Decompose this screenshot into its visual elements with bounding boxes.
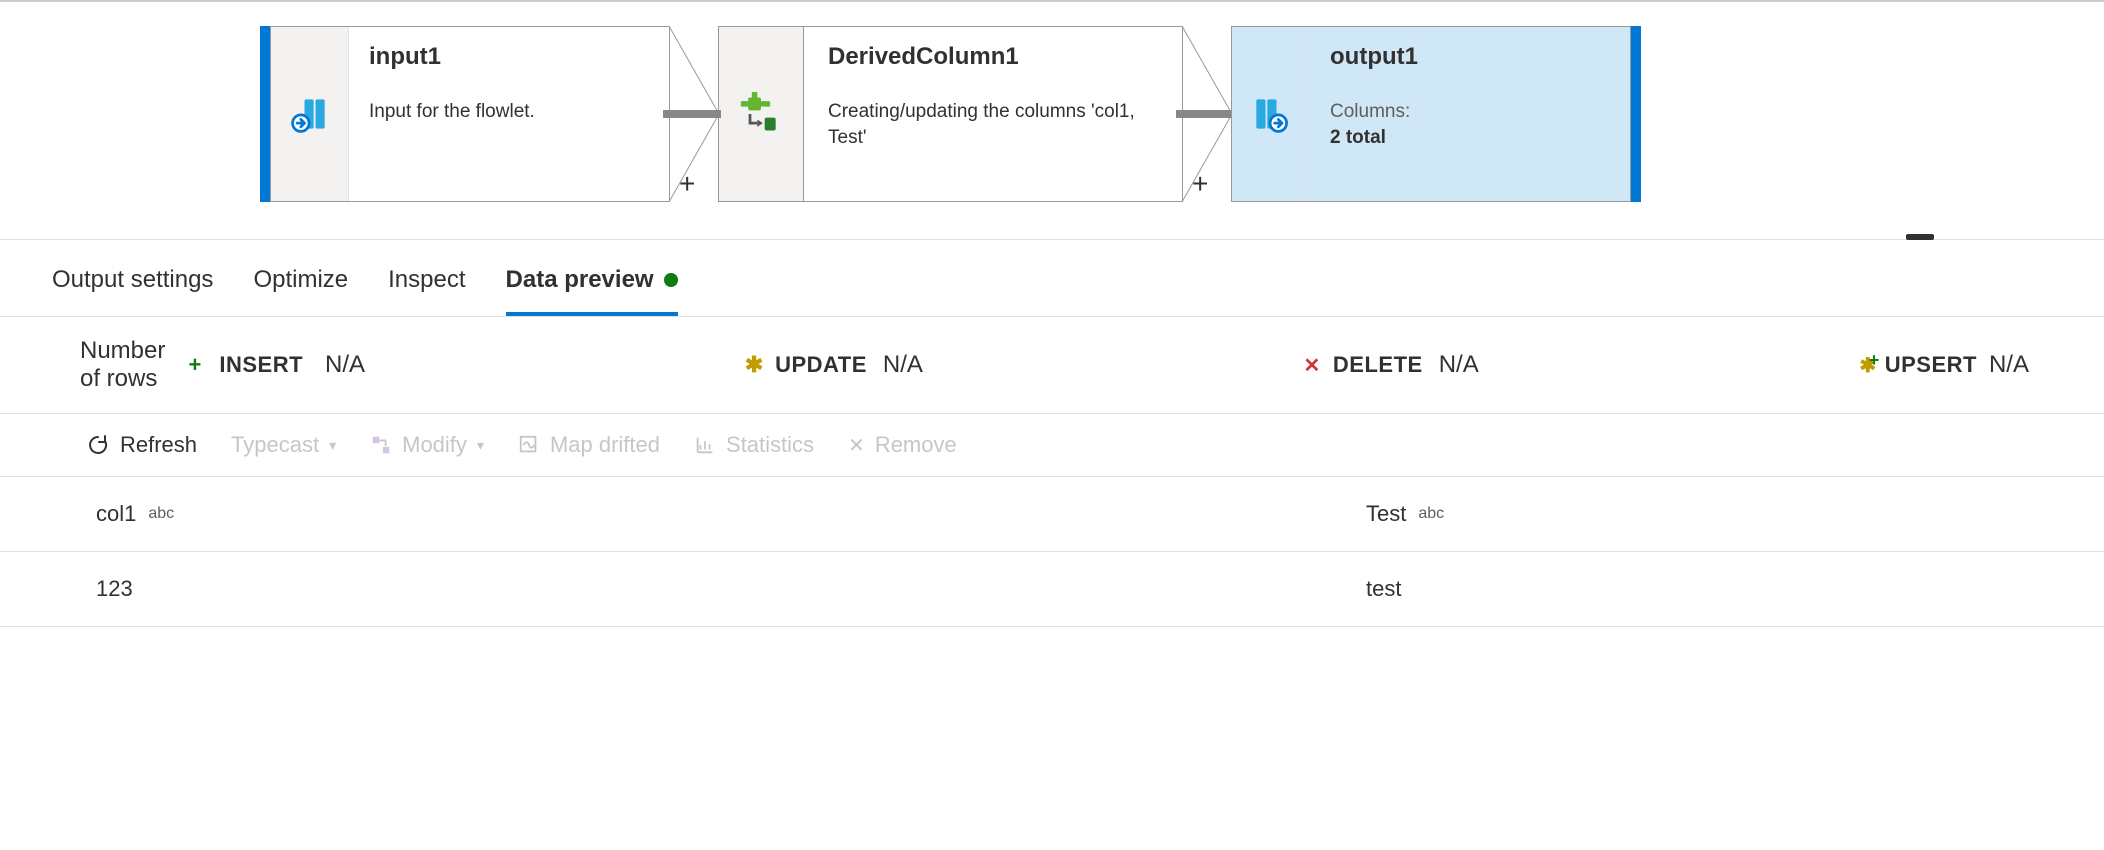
tab-output-settings-label: Output settings bbox=[52, 266, 213, 294]
remove-label: Remove bbox=[875, 432, 957, 458]
rows-label: Number of rows bbox=[80, 337, 171, 393]
row-stats: Number of rows + INSERT N/A ✱ UPDATE N/A… bbox=[0, 317, 2104, 414]
update-value: N/A bbox=[883, 351, 923, 379]
output-icon bbox=[1249, 92, 1293, 136]
node-output1-cols-label: Columns: bbox=[1330, 99, 1610, 125]
modify-label: Modify bbox=[402, 432, 467, 458]
node-derived-title: DerivedColumn1 bbox=[828, 43, 1162, 71]
tab-output-settings[interactable]: Output settings bbox=[52, 266, 213, 316]
column-header-test[interactable]: Test bbox=[1366, 501, 1406, 527]
input-icon bbox=[288, 92, 332, 136]
chevron-down-icon: ▾ bbox=[329, 437, 336, 454]
connector-line-icon bbox=[1176, 110, 1234, 118]
panel-tabs: Output settings Optimize Inspect Data pr… bbox=[0, 240, 2104, 317]
typecast-label: Typecast bbox=[231, 432, 319, 458]
tab-inspect[interactable]: Inspect bbox=[388, 266, 465, 316]
node-derived-icon-zone[interactable] bbox=[718, 26, 804, 202]
node-handle-right[interactable] bbox=[1631, 26, 1641, 202]
remove-icon: ✕ bbox=[848, 433, 865, 458]
node-handle-left[interactable] bbox=[260, 26, 270, 202]
map-drifted-label: Map drifted bbox=[550, 432, 660, 458]
delete-label: DELETE bbox=[1333, 352, 1423, 378]
add-step-button-2[interactable]: + bbox=[1192, 168, 1208, 200]
preview-toolbar: Refresh Typecast ▾ Modify ▾ Map drifted … bbox=[0, 414, 2104, 477]
asterisk-icon: ✱ bbox=[745, 356, 763, 374]
insert-value: N/A bbox=[325, 351, 365, 379]
delete-value: N/A bbox=[1439, 351, 1479, 379]
remove-button[interactable]: ✕ Remove bbox=[848, 432, 957, 458]
upsert-label: UPSERT bbox=[1885, 352, 1977, 378]
tab-optimize-label: Optimize bbox=[253, 266, 348, 294]
node-input1-desc: Input for the flowlet. bbox=[369, 99, 649, 125]
connector-1: + bbox=[669, 26, 719, 202]
column-type-test: abc bbox=[1418, 505, 1444, 523]
column-type-col1: abc bbox=[148, 505, 174, 523]
insert-label: INSERT bbox=[219, 352, 303, 378]
refresh-label: Refresh bbox=[120, 432, 197, 458]
add-step-button-1[interactable]: + bbox=[679, 168, 695, 200]
tab-inspect-label: Inspect bbox=[388, 266, 465, 294]
map-drifted-icon bbox=[518, 434, 540, 456]
column-header-col1[interactable]: col1 bbox=[96, 501, 136, 527]
tab-data-preview-label: Data preview bbox=[506, 266, 654, 294]
cell-test: test bbox=[1366, 576, 1401, 602]
statistics-label: Statistics bbox=[726, 432, 814, 458]
table-header-row: col1 abc Test abc bbox=[0, 477, 2104, 552]
x-icon: ✕ bbox=[1303, 356, 1321, 374]
flow-canvas: input1 Input for the flowlet. + bbox=[0, 0, 2104, 240]
modify-button[interactable]: Modify ▾ bbox=[370, 432, 484, 458]
connector-line-icon bbox=[663, 110, 721, 118]
modify-icon bbox=[370, 434, 392, 456]
plus-icon: + bbox=[189, 356, 202, 374]
update-label: UPDATE bbox=[775, 352, 867, 378]
tab-optimize[interactable]: Optimize bbox=[253, 266, 348, 316]
input-icon-zone bbox=[271, 27, 349, 201]
output-icon-zone bbox=[1232, 27, 1310, 201]
upsert-value: N/A bbox=[1989, 351, 2029, 379]
connector-2: + bbox=[1182, 26, 1232, 202]
statistics-icon bbox=[694, 434, 716, 456]
table-row[interactable]: 123 test bbox=[0, 552, 2104, 627]
derived-column-icon bbox=[739, 92, 783, 136]
node-derived[interactable]: DerivedColumn1 Creating/updating the col… bbox=[803, 26, 1183, 202]
refresh-button[interactable]: Refresh bbox=[86, 432, 197, 458]
flow-track: input1 Input for the flowlet. + bbox=[260, 26, 1641, 202]
node-output1-cols-value: 2 total bbox=[1330, 127, 1386, 148]
refresh-icon bbox=[86, 433, 110, 457]
status-dot-icon bbox=[664, 273, 678, 287]
node-input1[interactable]: input1 Input for the flowlet. bbox=[270, 26, 670, 202]
node-output1-title: output1 bbox=[1330, 43, 1610, 71]
node-output1[interactable]: output1 Columns: 2 total bbox=[1231, 26, 1631, 202]
chevron-down-icon: ▾ bbox=[477, 437, 484, 454]
tab-data-preview[interactable]: Data preview bbox=[506, 266, 678, 316]
typecast-button[interactable]: Typecast ▾ bbox=[231, 432, 336, 458]
statistics-button[interactable]: Statistics bbox=[694, 432, 814, 458]
node-derived-desc: Creating/updating the columns 'col1, Tes… bbox=[828, 99, 1162, 150]
panel-resize-handle[interactable] bbox=[1906, 234, 1934, 240]
upsert-icon: ✱ + bbox=[1859, 356, 1877, 374]
map-drifted-button[interactable]: Map drifted bbox=[518, 432, 660, 458]
preview-table: col1 abc Test abc 123 test bbox=[0, 477, 2104, 627]
cell-col1: 123 bbox=[96, 576, 133, 602]
node-input1-title: input1 bbox=[369, 43, 649, 71]
